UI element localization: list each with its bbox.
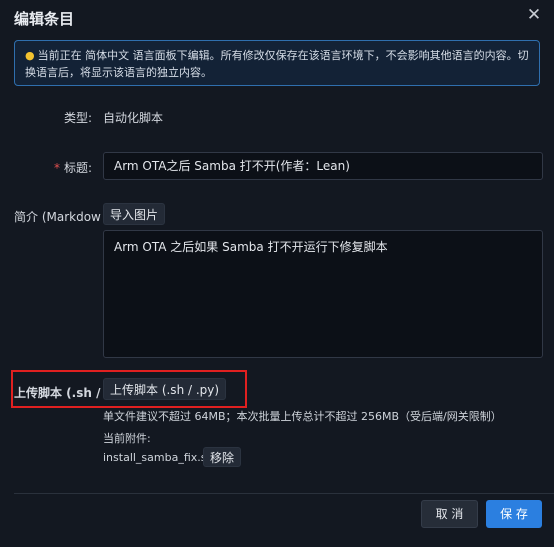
required-mark: *: [54, 161, 60, 175]
title-label-wrap: * 标题:: [54, 159, 92, 176]
remove-attachment-button[interactable]: 移除: [203, 447, 242, 467]
title-label: 标题:: [64, 161, 93, 175]
type-label: 类型:: [64, 111, 93, 125]
cancel-button[interactable]: 取 消: [421, 500, 478, 528]
intro-label: 简介 (Markdow: [14, 210, 101, 224]
save-button[interactable]: 保 存: [486, 500, 542, 528]
footer-divider: [14, 493, 554, 494]
notice-text: 当前正在 简体中文 语言面板下编辑。所有修改仅保存在该语言环境下，不会影响其他语…: [25, 49, 529, 79]
title-input[interactable]: Arm OTA之后 Samba 打不开(作者：Lean): [103, 152, 543, 180]
highlight-box: [11, 370, 247, 408]
language-notice: ● 当前正在 简体中文 语言面板下编辑。所有修改仅保存在该语言环境下，不会影响其他…: [14, 40, 540, 86]
intro-textarea[interactable]: Arm OTA 之后如果 Samba 打不开运行下修复脚本: [103, 230, 543, 358]
attachments-label: 当前附件:: [103, 432, 151, 445]
attachment-filename: install_samba_fix.sh: [103, 451, 214, 464]
upload-hint: 单文件建议不超过 64MB；本次批量上传总计不超过 256MB（受后端/网关限制…: [103, 410, 502, 423]
edit-entry-dialog: 编辑条目 ✕ ● 当前正在 简体中文 语言面板下编辑。所有修改仅保存在该语言环境下…: [0, 0, 554, 547]
import-image-button[interactable]: 导入图片: [103, 203, 166, 225]
type-value: 自动化脚本: [103, 111, 164, 125]
close-icon[interactable]: ✕: [524, 5, 544, 25]
lightbulb-icon: ●: [25, 49, 35, 62]
dialog-title: 编辑条目: [14, 10, 75, 28]
